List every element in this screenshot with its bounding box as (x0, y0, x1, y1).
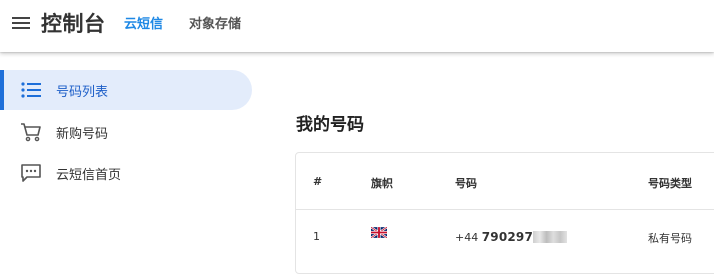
list-icon (21, 82, 41, 98)
top-app-bar: 控制台 云短信 对象存储 (0, 0, 714, 52)
hamburger-menu-icon[interactable] (12, 14, 30, 32)
sidebar-item-label: 云短信首页 (56, 168, 122, 183)
app-title: 控制台 (41, 12, 106, 36)
nav-sms[interactable]: 云短信 (124, 13, 163, 32)
message-icon (21, 164, 41, 182)
cell-index: 1 (313, 230, 320, 243)
sidebar-item-number-list[interactable]: 号码列表 (0, 70, 252, 110)
sidebar-item-sms-home[interactable]: 云短信首页 (0, 153, 252, 193)
sidebar-item-label: 号码列表 (56, 85, 109, 100)
numbers-table: # 旗帜 号码 号码类型 1 +44 790297 私有号码 (295, 152, 714, 274)
country-code: +44 (455, 231, 479, 244)
column-header-number: 号码 (455, 177, 477, 190)
sidebar-item-buy-number[interactable]: 新购号码 (0, 112, 252, 152)
phone-number-visible: 790297 (481, 230, 534, 244)
nav-object-storage[interactable]: 对象存储 (189, 13, 241, 32)
row-divider (296, 209, 714, 210)
uk-flag-icon (371, 227, 387, 238)
column-header-number-type: 号码类型 (648, 177, 692, 190)
column-header-flag: 旗帜 (371, 177, 393, 190)
page-title: 我的号码 (296, 115, 364, 135)
redacted-digits (533, 231, 568, 243)
column-header-index: # (313, 175, 323, 188)
sidebar: 号码列表 新购号码 云短信首页 (0, 52, 262, 264)
sidebar-item-label: 新购号码 (56, 127, 109, 142)
cell-phone-number[interactable]: +44 790297 (455, 230, 568, 244)
cart-icon (21, 123, 41, 142)
cell-number-type: 私有号码 (648, 232, 692, 245)
